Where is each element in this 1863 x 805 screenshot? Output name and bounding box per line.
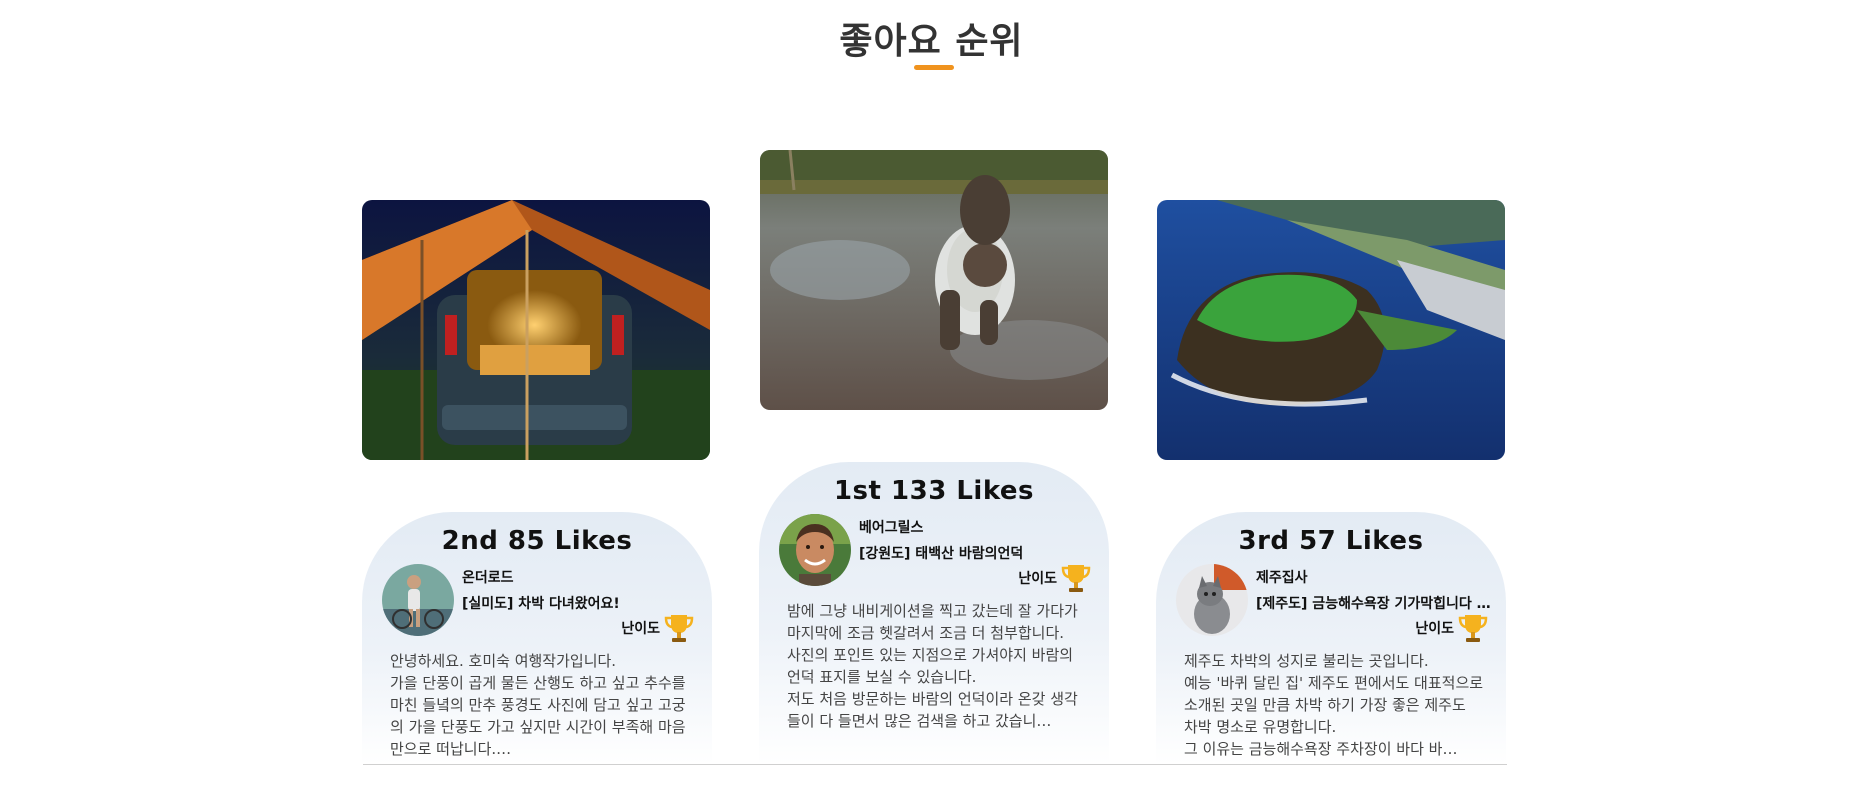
trophy-icon <box>1061 565 1091 592</box>
post-title[interactable]: [제주도] 금능해수욕장 기가막힙니다 진짜! <box>1256 593 1491 613</box>
difficulty-rating: 난이도 <box>621 612 694 644</box>
author-name[interactable]: 베어그릴스 <box>859 517 923 537</box>
title-underline <box>914 65 954 70</box>
author-avatar <box>1176 564 1248 636</box>
photo-rank-3[interactable] <box>1157 200 1505 460</box>
person-with-bicycle-avatar <box>382 564 454 636</box>
photo-rank-1[interactable] <box>760 150 1108 410</box>
post-title[interactable]: [실미도] 차박 다녀왔어요! <box>462 593 697 613</box>
author-name[interactable]: 온더로드 <box>462 567 514 587</box>
trophy-icon <box>664 615 694 642</box>
author-avatar <box>779 514 851 586</box>
difficulty-label: 난이도 <box>1415 621 1454 637</box>
photo-rank-2[interactable] <box>362 200 710 460</box>
car-camping-tent-photo <box>362 200 710 460</box>
man-crawling-in-mud-photo <box>760 150 1108 410</box>
section-title: 좋아요 순위 <box>839 20 1024 62</box>
post-excerpt: 밤에 그냥 내비게이션을 찍고 갔는데 잘 가다가 마지막에 조금 헷갈려서 조… <box>787 602 1078 730</box>
smiling-man-avatar <box>779 514 851 586</box>
post-excerpt: 제주도 차박의 성지로 불리는 곳입니다. 예능 '바퀴 달린 집' 제주도 편… <box>1184 652 1484 758</box>
difficulty-rating: 난이도 <box>1415 612 1488 644</box>
author-avatar <box>382 564 454 636</box>
rank-likes-heading: 2nd 85 Likes <box>441 526 633 556</box>
section-divider <box>363 764 1507 765</box>
author-name[interactable]: 제주집사 <box>1256 567 1308 587</box>
trophy-icon <box>1458 615 1488 642</box>
post-excerpt: 안녕하세요. 호미숙 여행작가입니다. 가을 단풍이 곱게 물든 산행도 하고 … <box>390 652 686 758</box>
difficulty-label: 난이도 <box>621 621 660 637</box>
ranking-card-2nd[interactable]: 2nd 85 Likes 온더로드 [실미도] 차박 다녀왔어요! 난이도 안녕… <box>362 512 712 764</box>
ranking-card-3rd[interactable]: 3rd 57 Likes 제주집사 [제주도] 금능해수욕장 기가막힙니다 진짜… <box>1156 512 1506 764</box>
gray-cat-avatar <box>1176 564 1248 636</box>
rank-likes-heading: 3rd 57 Likes <box>1238 526 1424 556</box>
post-title[interactable]: [강원도] 태백산 바람의언덕 <box>859 543 1094 563</box>
ranking-card-1st[interactable]: 1st 133 Likes 베어그릴스 [강원도] 태백산 바람의언덕 난이도 … <box>759 462 1109 764</box>
rank-likes-heading: 1st 133 Likes <box>833 476 1035 506</box>
difficulty-label: 난이도 <box>1018 571 1057 587</box>
jeju-volcanic-crater-photo <box>1157 200 1505 460</box>
difficulty-rating: 난이도 <box>1018 562 1091 594</box>
